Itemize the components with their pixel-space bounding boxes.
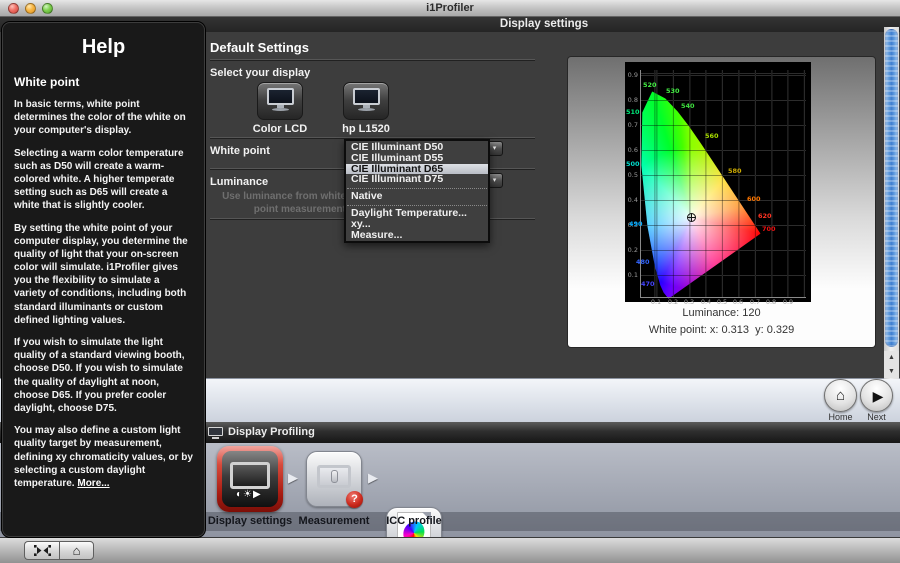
home-mini-button[interactable]: ⌂ <box>59 541 94 560</box>
section-title: Default Settings <box>210 40 309 55</box>
monitor-icon <box>230 462 270 489</box>
wavelength-label: 500 <box>626 160 640 168</box>
menu-item-measure[interactable]: Measure... <box>346 230 488 241</box>
x-tick: 0.2 <box>666 298 680 306</box>
white-point-caption: White point: x: 0.313 y: 0.329 <box>568 324 875 336</box>
luminance-note: Use luminance from white point measureme… <box>200 190 346 216</box>
workflow-title: Display Profiling <box>228 426 315 438</box>
x-tick: 0.3 <box>682 298 696 306</box>
monitor-icon <box>317 465 351 488</box>
menu-item-xy[interactable]: xy... <box>346 219 488 230</box>
white-point-label: White point <box>210 145 270 157</box>
luminance-caption: Luminance: 120 <box>568 307 875 319</box>
y-tick: 0.2 <box>626 246 638 254</box>
brightness-contrast-icon: ◐☀▶ <box>236 490 262 500</box>
play-icon: ▶ <box>870 389 884 403</box>
wavelength-label: 510 <box>626 108 640 116</box>
page-title: Display settings <box>205 18 883 30</box>
scroll-down-icon[interactable]: ▼ <box>888 368 895 375</box>
help-paragraph: You may also define a custom light quali… <box>14 424 193 490</box>
divider <box>210 59 535 60</box>
question-badge: ? <box>346 491 363 508</box>
close-icon[interactable] <box>8 3 19 14</box>
titlebar: i1Profiler <box>0 0 900 17</box>
wavelength-label: 560 <box>705 132 719 140</box>
menu-separator <box>347 185 487 189</box>
y-tick: 0.4 <box>626 196 638 204</box>
workflow-arrow-icon: ▶ <box>288 470 298 486</box>
minimize-icon[interactable] <box>25 3 36 14</box>
x-tick: 0.7 <box>748 298 762 306</box>
select-display-label: Select your display <box>210 67 310 79</box>
wavelength-label: 620 <box>758 212 772 220</box>
workflow-arrow-icon: ▶ <box>368 470 378 486</box>
more-link[interactable]: More... <box>77 478 109 489</box>
measurement-device-icon <box>331 470 338 483</box>
monitor-icon <box>267 88 294 105</box>
fit-window-icon <box>34 545 51 556</box>
wavelength-label: 580 <box>728 167 742 175</box>
help-title: Help <box>14 36 193 59</box>
window-title: i1Profiler <box>0 0 900 16</box>
wavelength-label: 520 <box>643 81 657 89</box>
resize-mode-button[interactable] <box>24 541 59 560</box>
x-tick: 0.9 <box>781 298 795 306</box>
white-point-marker <box>687 213 696 222</box>
zoom-icon[interactable] <box>42 3 53 14</box>
display-name: hp L1520 <box>321 123 411 135</box>
y-tick: 0.1 <box>626 271 638 279</box>
y-tick: 0.6 <box>626 146 638 154</box>
luminance-label: Luminance <box>210 176 268 188</box>
wavelength-label: 600 <box>747 195 761 203</box>
white-point-menu: CIE Illuminant D50 CIE Illuminant D55 CI… <box>344 139 490 243</box>
help-paragraph: Selecting a warm color temperature such … <box>14 147 193 213</box>
window-bottom-bar <box>0 537 900 563</box>
display-profiling-icon <box>208 427 223 439</box>
help-paragraph: In basic terms, white point determines t… <box>14 98 193 138</box>
chromaticity-chart: 0.9 0.8 0.7 0.6 0.5 0.4 0.3 0.2 0.1 0.1 … <box>625 62 811 302</box>
chromaticity-panel: 0.9 0.8 0.7 0.6 0.5 0.4 0.3 0.2 0.1 0.1 … <box>568 57 875 347</box>
menu-item-native[interactable]: Native <box>346 191 488 202</box>
menu-item-d75[interactable]: CIE Illuminant D75 <box>346 174 488 185</box>
help-paragraph: By setting the white point of your compu… <box>14 222 193 328</box>
menu-separator <box>347 202 487 206</box>
wavelength-label: 490 <box>629 220 643 228</box>
scrollbar-arrows: ▲ ▼ <box>884 351 899 378</box>
workflow-step-display-settings[interactable]: ◐☀▶ <box>217 446 283 512</box>
x-tick: 0.8 <box>764 298 778 306</box>
help-paragraph: If you wish to simulate the light qualit… <box>14 336 193 415</box>
wavelength-label: 480 <box>636 258 650 266</box>
wavelength-label: 700 <box>762 225 776 233</box>
x-tick: 0.6 <box>731 298 745 306</box>
y-tick: 0.7 <box>626 121 638 129</box>
workflow-step-measurement[interactable]: ? <box>306 451 362 507</box>
menu-item-d55[interactable]: CIE Illuminant D55 <box>346 153 488 164</box>
help-panel: Help White point In basic terms, white p… <box>2 22 205 537</box>
display-name: Color LCD <box>235 123 325 135</box>
scrollbar-thumb[interactable] <box>885 29 898 347</box>
x-tick: 0.4 <box>699 298 713 306</box>
monitor-icon <box>353 88 380 105</box>
display-tile-color-lcd[interactable] <box>257 82 303 120</box>
wavelength-label: 470 <box>641 280 655 288</box>
x-tick: 0.1 <box>649 298 663 306</box>
home-button-label: Home <box>824 412 857 422</box>
workflow-step-label: ICC profile <box>354 515 474 527</box>
chart-grid-overlay <box>640 70 806 297</box>
y-tick: 0.5 <box>626 171 638 179</box>
wavelength-label: 530 <box>666 87 680 95</box>
home-icon: ⌂ <box>836 388 845 403</box>
y-tick: 0.8 <box>626 96 638 104</box>
next-button[interactable]: ▶ <box>860 379 893 412</box>
divider <box>210 137 535 138</box>
help-heading: White point <box>14 75 193 89</box>
home-button[interactable]: ⌂ <box>824 379 857 412</box>
display-tile-hp-l1520[interactable] <box>343 82 389 120</box>
wavelength-label: 540 <box>681 102 695 110</box>
next-button-label: Next <box>860 412 893 422</box>
home-icon: ⌂ <box>73 544 81 557</box>
x-tick: 0.5 <box>715 298 729 306</box>
y-tick: 0.9 <box>626 71 638 79</box>
scroll-up-icon[interactable]: ▲ <box>888 354 895 361</box>
